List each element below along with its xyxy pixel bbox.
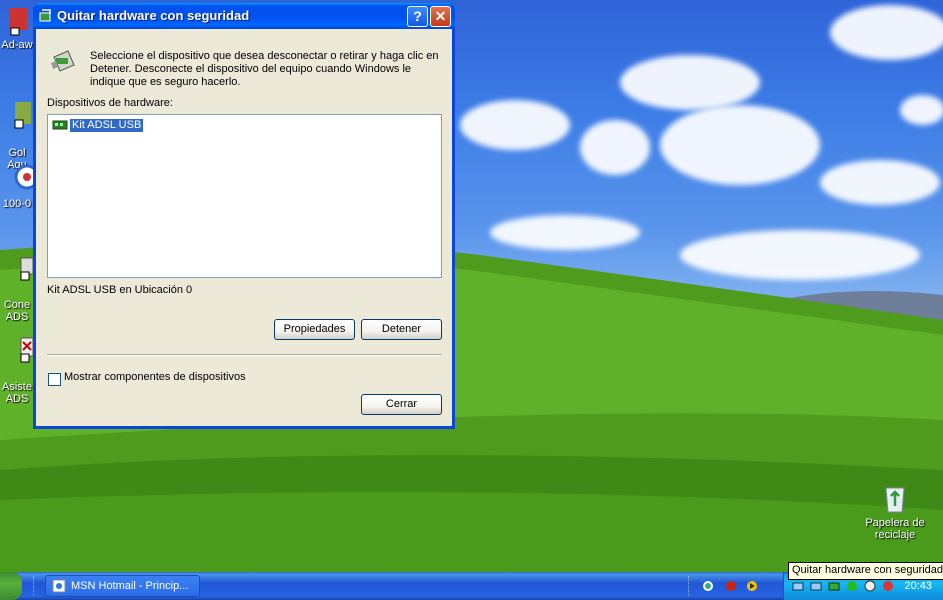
divider [47,354,442,356]
network-icon[interactable] [792,580,804,592]
safely-remove-hardware-icon[interactable] [828,580,840,592]
security-icon[interactable] [846,580,858,592]
close-button[interactable]: Cerrar [361,394,442,415]
tray-tooltip: Quitar hardware con seguridad [788,562,943,580]
msn-icon [52,579,66,593]
instructions-text: Seleccione el dispositivo que desea desc… [90,50,439,88]
dialog-title: Quitar hardware con seguridad [57,8,250,23]
title-bar[interactable]: Quitar hardware con seguridad ? ✕ [33,3,455,29]
taskbar-button-label: MSN Hotmail - Princip... [71,580,189,592]
stop-button[interactable]: Detener [361,319,442,340]
taskbar-button-msn-hotmail[interactable]: MSN Hotmail - Princip... [45,575,200,597]
start-button[interactable] [0,572,22,600]
safely-remove-hardware-icon [38,8,53,23]
close-window-button[interactable]: ✕ [430,6,451,27]
network-connection-icon [1,252,34,284]
dialog-body: Seleccione el dispositivo que desea desc… [36,29,452,426]
show-components-checkbox[interactable] [48,373,61,386]
help-button[interactable]: ? [407,6,428,27]
hardware-devices-list[interactable]: Kit ADSL USB [47,114,442,278]
list-item[interactable]: Kit ADSL USB [52,117,145,133]
device-status-text: Kit ADSL USB en Ubicación 0 [47,284,193,296]
clock[interactable]: 20:43 [904,580,932,592]
recycle-bin-label: Papelera de reciclaje [865,517,925,541]
properties-button[interactable]: Propiedades [274,319,355,340]
show-components-label[interactable]: Mostrar componentes de dispositivos [64,371,246,383]
hardware-devices-label: Dispositivos de hardware: [47,97,173,109]
shortcut-icon [1,100,33,132]
recycle-bin-icon [879,482,911,514]
safely-remove-hardware-dialog: Quitar hardware con seguridad ? ✕ Selecc… [33,3,455,429]
recycle-bin[interactable]: Papelera de reciclaje [858,482,932,541]
taskbar-grip [688,576,692,596]
media-player-icon[interactable] [746,580,758,592]
safely-remove-hardware-icon [48,47,76,75]
acrobat-icon[interactable] [725,580,737,592]
antivirus-icon[interactable] [864,580,876,592]
adaware-icon [1,4,33,36]
wizard-icon [1,334,34,366]
network-icon[interactable] [810,580,822,592]
taskbar-grip [33,576,37,596]
usb-device-icon [52,119,68,131]
messenger-icon[interactable] [702,580,714,592]
speedometer-icon [1,163,40,195]
device-name: Kit ADSL USB [68,117,145,133]
alert-icon[interactable] [882,580,894,592]
